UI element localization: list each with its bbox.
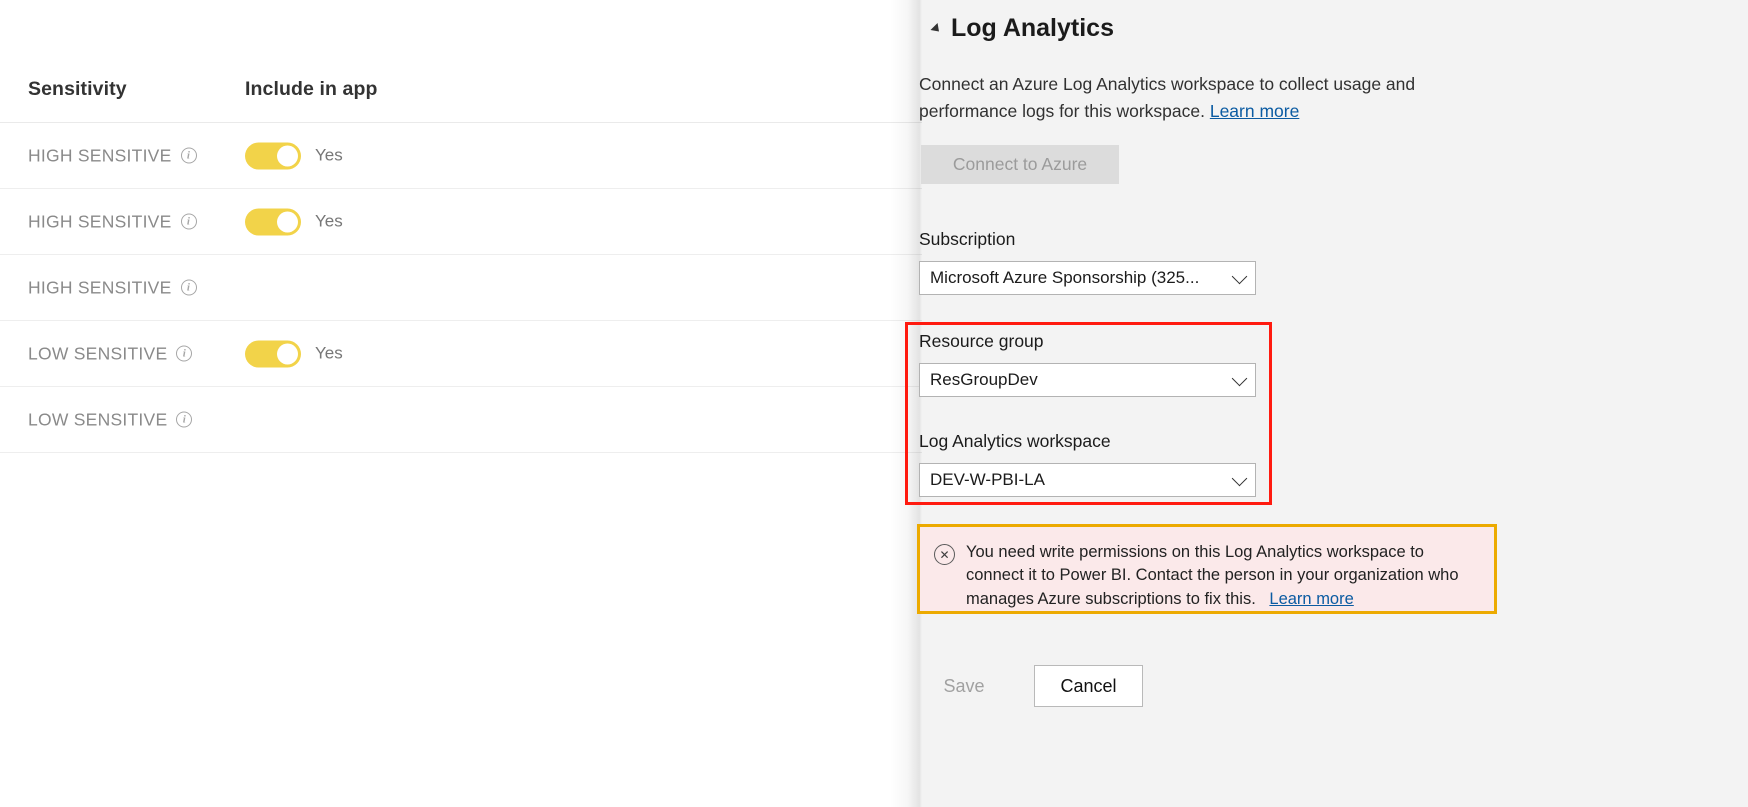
toggle-state-label: Yes bbox=[315, 145, 343, 165]
sensitivity-label: LOW SENSITIVE bbox=[28, 343, 168, 363]
info-icon[interactable]: i bbox=[180, 213, 197, 230]
column-header-include-in-app: Include in app bbox=[245, 78, 378, 100]
caret-down-icon[interactable] bbox=[930, 22, 943, 36]
resource-group-select[interactable]: ResGroupDev bbox=[919, 362, 1256, 397]
resource-group-value: ResGroupDev bbox=[930, 369, 1038, 389]
info-icon[interactable]: i bbox=[180, 279, 197, 296]
log-analytics-workspace-value: DEV-W-PBI-LA bbox=[930, 469, 1045, 489]
table-row: HIGH SENSITIVE i Yes bbox=[0, 123, 922, 189]
subscription-field: Subscription Microsoft Azure Sponsorship… bbox=[919, 229, 1256, 295]
sensitivity-label: HIGH SENSITIVE bbox=[28, 277, 172, 297]
sensitivity-table: Sensitivity Include in app HIGH SENSITIV… bbox=[0, 0, 922, 807]
sensitivity-cell: HIGH SENSITIVE i bbox=[28, 277, 197, 298]
chevron-down-icon bbox=[1231, 470, 1248, 486]
sensitivity-label: HIGH SENSITIVE bbox=[28, 145, 172, 165]
toggle-knob bbox=[277, 145, 298, 166]
info-icon[interactable]: i bbox=[176, 345, 193, 362]
table-header-row: Sensitivity Include in app bbox=[0, 78, 922, 123]
include-in-app-toggle[interactable] bbox=[245, 142, 301, 169]
column-header-sensitivity: Sensitivity bbox=[28, 78, 127, 100]
table-row: HIGH SENSITIVE i bbox=[0, 255, 922, 321]
panel-description: Connect an Azure Log Analytics workspace… bbox=[919, 71, 1489, 124]
error-message: You need write permissions on this Log A… bbox=[966, 541, 1480, 611]
table-row: LOW SENSITIVE i bbox=[0, 387, 922, 453]
chevron-down-icon bbox=[1231, 370, 1248, 386]
toggle-knob bbox=[277, 211, 298, 232]
error-circle-x-icon: ✕ bbox=[934, 544, 955, 565]
sensitivity-cell: HIGH SENSITIVE i bbox=[28, 211, 197, 232]
toggle-state-label: Yes bbox=[315, 343, 343, 363]
resource-group-label: Resource group bbox=[919, 331, 1044, 351]
learn-more-link[interactable]: Learn more bbox=[1210, 101, 1300, 121]
include-in-app-cell: Yes bbox=[245, 340, 343, 367]
subscription-select[interactable]: Microsoft Azure Sponsorship (325... bbox=[919, 260, 1256, 295]
error-learn-more-link[interactable]: Learn more bbox=[1269, 590, 1353, 608]
sensitivity-label: HIGH SENSITIVE bbox=[28, 211, 172, 231]
connect-to-azure-button[interactable]: Connect to Azure bbox=[921, 145, 1119, 184]
panel-description-text: Connect an Azure Log Analytics workspace… bbox=[919, 74, 1416, 121]
log-analytics-workspace-label: Log Analytics workspace bbox=[919, 431, 1111, 451]
include-in-app-toggle[interactable] bbox=[245, 340, 301, 367]
sensitivity-cell: LOW SENSITIVE i bbox=[28, 409, 193, 430]
chevron-down-icon bbox=[1231, 268, 1248, 284]
save-button[interactable]: Save bbox=[919, 665, 1009, 707]
include-in-app-cell: Yes bbox=[245, 142, 343, 169]
sensitivity-cell: HIGH SENSITIVE i bbox=[28, 145, 197, 166]
info-icon[interactable]: i bbox=[176, 411, 193, 428]
subscription-label: Subscription bbox=[919, 229, 1016, 249]
log-analytics-workspace-field: Log Analytics workspace DEV-W-PBI-LA bbox=[919, 431, 1256, 497]
subscription-value: Microsoft Azure Sponsorship (325... bbox=[930, 267, 1200, 287]
sensitivity-label: LOW SENSITIVE bbox=[28, 409, 168, 429]
cancel-button[interactable]: Cancel bbox=[1034, 665, 1143, 707]
page-title: Log Analytics bbox=[951, 14, 1114, 42]
table-row: LOW SENSITIVE i Yes bbox=[0, 321, 922, 387]
table-row: HIGH SENSITIVE i Yes bbox=[0, 189, 922, 255]
log-analytics-workspace-select[interactable]: DEV-W-PBI-LA bbox=[919, 462, 1256, 497]
screen-root: Sensitivity Include in app HIGH SENSITIV… bbox=[0, 0, 1748, 807]
resource-group-field: Resource group ResGroupDev bbox=[919, 331, 1256, 397]
info-icon[interactable]: i bbox=[180, 147, 197, 164]
error-message-text: You need write permissions on this Log A… bbox=[966, 543, 1459, 608]
include-in-app-toggle[interactable] bbox=[245, 208, 301, 235]
permission-error-banner: ✕ You need write permissions on this Log… bbox=[917, 524, 1497, 614]
toggle-state-label: Yes bbox=[315, 211, 343, 231]
log-analytics-panel: Log Analytics Connect an Azure Log Analy… bbox=[905, 0, 1748, 807]
toggle-knob bbox=[277, 343, 298, 364]
include-in-app-cell: Yes bbox=[245, 208, 343, 235]
sensitivity-cell: LOW SENSITIVE i bbox=[28, 343, 193, 364]
panel-header[interactable]: Log Analytics bbox=[922, 14, 1114, 43]
panel-footer: Save Cancel bbox=[919, 665, 1143, 707]
